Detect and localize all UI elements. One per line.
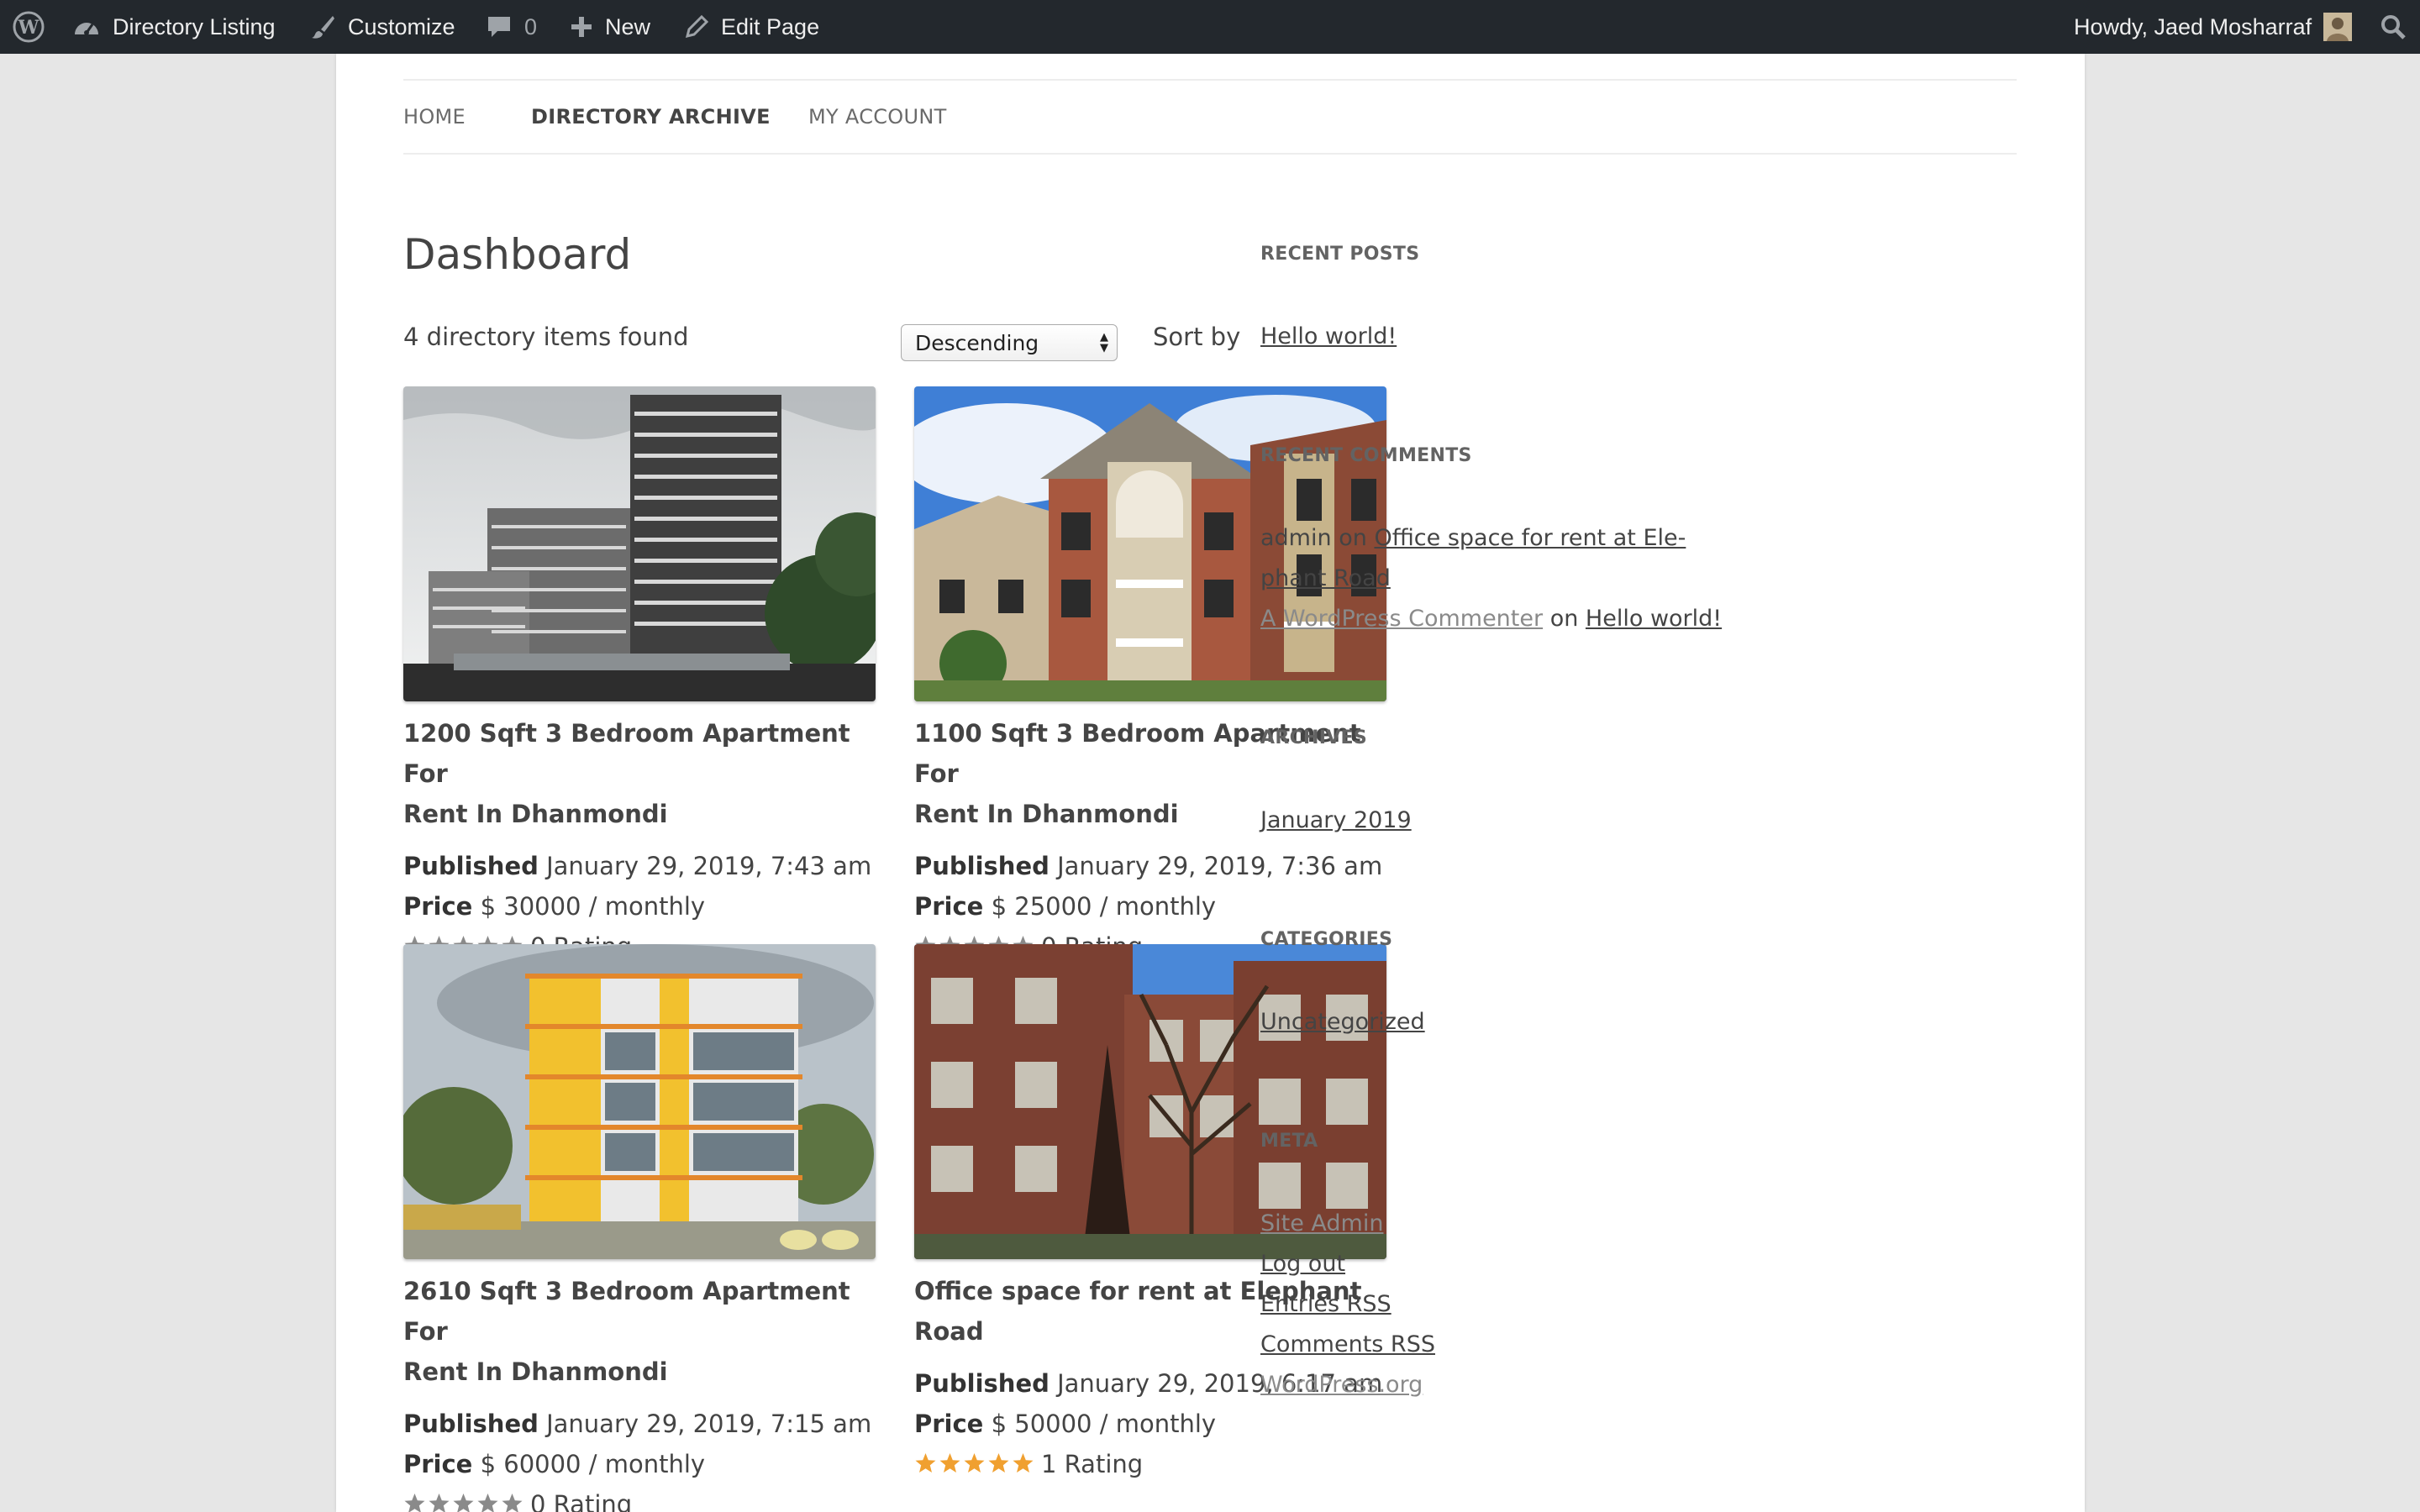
star-icon <box>476 1486 499 1512</box>
comments-count: 0 <box>524 13 538 39</box>
svg-text:W: W <box>18 17 39 39</box>
star-icon <box>501 1486 523 1512</box>
listing-title[interactable]: 2610 Sqft 3 Bedroom Apartment For Rent I… <box>403 1271 876 1392</box>
listing-price: Price $ 25000 / monthly <box>914 892 1217 921</box>
select-arrows-icon: ▲ ▼ <box>1100 331 1108 354</box>
site-name-link[interactable]: Directory Listing <box>72 0 276 54</box>
dashboard-icon <box>75 23 98 35</box>
plus-icon <box>571 17 592 37</box>
category-link: Uncategorized <box>1260 1009 1425 1035</box>
nav-item-directory-archive[interactable]: DIRECTORY ARCHIVE <box>531 81 771 153</box>
meta-link-entries-rss: Entries RSS <box>1260 1291 1392 1317</box>
pencil-icon <box>685 14 709 39</box>
recent-comment-item: A WordPress Commenter on Hello world! <box>1260 606 1723 632</box>
avatar <box>2323 13 2353 41</box>
listing-title[interactable]: 1200 Sqft 3 Bedroom Apartment For Rent I… <box>403 713 876 834</box>
archive-link: January 2019 <box>1260 807 1412 833</box>
admin-bar: W Directory Listing Customize 0 New Edit… <box>0 0 2420 54</box>
rating-stars[interactable] <box>403 1486 523 1512</box>
listing-rating: 1 Rating <box>914 1444 1386 1484</box>
categories-heading: CATEGORIES <box>1260 929 1393 950</box>
rating-stars[interactable] <box>914 1446 1034 1473</box>
listing-rating: 0 Rating <box>403 1484 876 1512</box>
wordpress-logo-icon[interactable]: W <box>12 0 45 54</box>
star-icon <box>939 1446 961 1473</box>
search-icon[interactable] <box>2380 0 2407 54</box>
meta-link-log-out: Log out <box>1260 1251 1346 1277</box>
listing-meta: Published January 29, 2019, 7:15 am Pric… <box>403 1404 876 1512</box>
page-title: Dashboard <box>403 230 632 279</box>
star-icon <box>403 1486 426 1512</box>
listing-published: Published January 29, 2019, 7:15 am <box>403 1410 872 1438</box>
listing-published: Published January 29, 2019, 7:36 am <box>914 852 1383 880</box>
listing-card: 2610 Sqft 3 Bedroom Apartment For Rent I… <box>403 944 876 1512</box>
paintbrush-icon <box>312 16 334 39</box>
new-label: New <box>605 13 651 39</box>
recent-comment-item-continued: phant Road <box>1260 565 1391 591</box>
listing-price: Price $ 60000 / monthly <box>403 1450 706 1478</box>
customize-label: Customize <box>348 13 455 39</box>
edit-page-label: Edit Page <box>721 13 820 39</box>
meta-link-site-admin: Site Admin <box>1260 1210 1384 1236</box>
listing-price: Price $ 30000 / monthly <box>403 892 706 921</box>
site-name-label: Directory Listing <box>113 13 276 39</box>
howdy-label: Howdy, Jaed Mosharraf <box>2074 13 2312 39</box>
items-found-count: 4 directory items found <box>403 323 689 351</box>
comments-link[interactable]: 0 <box>486 0 537 54</box>
sort-order-select[interactable]: Descending ▲ ▼ <box>901 324 1118 361</box>
comment-bubble-icon <box>488 17 510 37</box>
primary-navigation: HOME DIRECTORY ARCHIVE MY ACCOUNT <box>403 79 2017 155</box>
sort-selected-value: Descending <box>915 330 1039 355</box>
recent-comment-item: admin on Office space for rent at Ele- <box>1260 525 1686 551</box>
star-icon <box>1012 1446 1034 1473</box>
nav-item-home[interactable]: HOME <box>403 81 466 153</box>
star-icon <box>914 1446 937 1473</box>
listing-photo[interactable] <box>403 944 876 1259</box>
edit-page-link[interactable]: Edit Page <box>684 0 819 54</box>
nav-item-my-account[interactable]: MY ACCOUNT <box>808 81 947 153</box>
star-icon <box>987 1446 1010 1473</box>
listing-card: 1200 Sqft 3 Bedroom Apartment For Rent I… <box>403 386 876 967</box>
meta-link-comments-rss: Comments RSS <box>1260 1331 1435 1357</box>
meta-heading: META <box>1260 1131 1318 1152</box>
listing-published: Published January 29, 2019, 7:43 am <box>403 852 872 880</box>
customize-link[interactable]: Customize <box>309 0 455 54</box>
star-icon <box>452 1486 475 1512</box>
listing-price: Price $ 50000 / monthly <box>914 1410 1217 1438</box>
listing-card: 1100 Sqft 3 Bedroom Apartment For Rent I… <box>914 386 1386 967</box>
archives-heading: ARCHIVES <box>1260 727 1368 748</box>
meta-link-wordpress-org: WordPress.org <box>1260 1372 1423 1398</box>
recent-post-link: Hello world! <box>1260 323 1397 349</box>
star-icon <box>428 1486 450 1512</box>
listing-photo[interactable] <box>403 386 876 701</box>
my-account-menu[interactable]: Howdy, Jaed Mosharraf <box>2074 0 2353 54</box>
recent-comments-heading: RECENT COMMENTS <box>1260 445 1472 466</box>
new-content-link[interactable]: New <box>570 0 650 54</box>
star-icon <box>963 1446 986 1473</box>
sort-label: Sort by <box>1153 323 1241 351</box>
recent-posts-heading: RECENT POSTS <box>1260 244 1420 265</box>
